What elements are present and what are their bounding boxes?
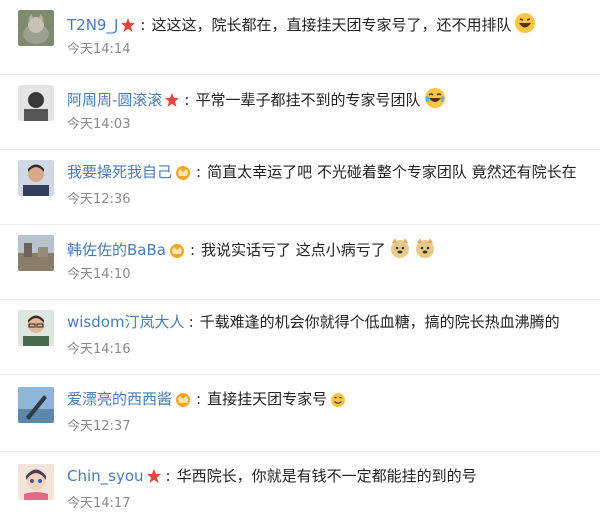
crown-badge-icon xyxy=(168,242,186,263)
avatar[interactable] xyxy=(18,85,54,121)
star-badge-icon xyxy=(146,468,162,489)
crown-badge-icon xyxy=(174,164,192,185)
username[interactable]: Chin_syou xyxy=(67,467,144,485)
username[interactable]: T2N9_J xyxy=(67,16,118,34)
avatar[interactable] xyxy=(18,235,54,271)
avatar[interactable] xyxy=(18,387,54,423)
comment-text: 我说实话亏了 这点小病亏了 xyxy=(201,241,386,259)
username[interactable]: 爱漂亮的西西酱 xyxy=(67,390,172,408)
timestamp: 今天14:10 xyxy=(67,267,131,282)
comment-text: 直接挂天团专家号 xyxy=(207,390,328,408)
star-badge-icon xyxy=(120,17,136,38)
comment-text: 华西院长，你就是有钱不一定都能挂的到的号 xyxy=(176,467,477,485)
comment-text: 平常一辈子都挂不到的专家号团队 xyxy=(195,91,421,109)
doge-icon xyxy=(389,237,411,264)
timestamp: 今天14:14 xyxy=(67,42,131,57)
timestamp: 今天12:37 xyxy=(67,419,131,434)
timestamp: 今天14:03 xyxy=(67,117,131,132)
username[interactable]: 韩佐佐的BaBa xyxy=(67,241,166,259)
crown-badge-icon xyxy=(174,391,192,412)
username[interactable]: wisdom汀岚大人 xyxy=(67,313,185,331)
avatar[interactable] xyxy=(18,10,54,46)
comment-item: T2N9_J: 这这这，院长都在，直接挂天团专家号了，还不用排队 今天14:14 xyxy=(0,0,600,75)
comment-item: wisdom汀岚大人: 千载难逢的机会你就得个低血糖，搞的院长热血沸腾的 今天14… xyxy=(0,300,600,375)
comment-text: 这这这，院长都在，直接挂天团专家号了，还不用排队 xyxy=(151,16,512,34)
avatar[interactable] xyxy=(18,160,54,196)
avatar[interactable] xyxy=(18,464,54,500)
comment-item: 韩佐佐的BaBa: 我说实话亏了 这点小病亏了 今天14:10 xyxy=(0,225,600,300)
comment-item: Chin_syou: 华西院长，你就是有钱不一定都能挂的到的号 今天14:17 xyxy=(0,454,600,529)
timestamp: 今天14:17 xyxy=(67,496,131,511)
comment-item: 爱漂亮的西西酱: 直接挂天团专家号 今天12:37 xyxy=(0,377,600,452)
comment-list: T2N9_J: 这这这，院长都在，直接挂天团专家号了，还不用排队 今天14:14 … xyxy=(0,0,600,529)
username[interactable]: 阿周周-圆滚滚 xyxy=(67,91,162,109)
timestamp: 今天12:36 xyxy=(67,192,131,207)
comment-text: 千载难逢的机会你就得个低血糖，搞的院长热血沸腾的 xyxy=(199,313,560,331)
star-badge-icon xyxy=(164,92,180,113)
comment-item: 阿周周-圆滚滚: 平常一辈子都挂不到的专家号团队 今天14:03 xyxy=(0,75,600,150)
timestamp: 今天14:16 xyxy=(67,342,131,357)
smile-face-icon xyxy=(330,392,346,413)
doge-icon xyxy=(414,237,436,264)
username[interactable]: 我要操死我自己 xyxy=(67,163,172,181)
comment-item: 我要操死我自己: 简直太幸运了吧 不光碰着整个专家团队 竟然还有院长在 今天12:… xyxy=(0,150,600,225)
grinning-face-icon xyxy=(514,12,536,39)
comment-text: 简直太幸运了吧 不光碰着整个专家团队 竟然还有院长在 xyxy=(207,163,577,181)
avatar[interactable] xyxy=(18,310,54,346)
tears-of-joy-icon xyxy=(424,87,446,114)
